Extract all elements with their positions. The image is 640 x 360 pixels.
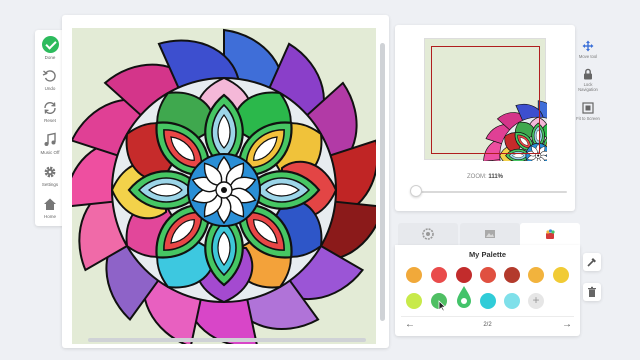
reset-button[interactable]: Reset [35, 100, 65, 123]
mouse-cursor [438, 300, 446, 312]
home-button[interactable]: Home [35, 196, 65, 219]
color-swatch[interactable] [406, 293, 422, 309]
eyedropper-icon [587, 258, 596, 267]
zoom-slider-track[interactable] [415, 191, 567, 193]
move-icon [582, 40, 594, 52]
done-button[interactable]: Done [35, 36, 65, 60]
home-icon [44, 198, 56, 210]
image-icon [485, 230, 495, 238]
move-tool-label: Move tool [578, 54, 598, 59]
zoom-value: 111% [488, 174, 504, 180]
color-swatch[interactable] [553, 267, 569, 283]
palette-divider [401, 316, 574, 317]
gear-icon [44, 166, 56, 178]
next-page-button[interactable]: → [562, 319, 572, 330]
delete-button[interactable] [583, 283, 601, 301]
fit-to-screen-button[interactable]: Fit to Screen [575, 102, 601, 121]
undo-label: Undo [44, 86, 56, 91]
music-icon [44, 132, 56, 146]
mandala-artwork[interactable] [72, 28, 376, 344]
selected-color-drop[interactable] [456, 285, 472, 309]
navigator-panel: ZOOM: 111% [395, 25, 598, 214]
viewport-indicator[interactable] [431, 46, 540, 154]
tab-patterns[interactable] [398, 223, 458, 245]
move-tool-button[interactable]: Move tool [575, 40, 601, 59]
color-swatch[interactable] [431, 267, 447, 283]
color-swatch[interactable] [528, 267, 544, 283]
tab-images[interactable] [460, 223, 520, 245]
fit-to-screen-label: Fit to Screen [576, 116, 600, 121]
reset-label: Reset [44, 118, 56, 123]
color-swatch[interactable] [406, 267, 422, 283]
navigator-thumbnail[interactable] [424, 38, 598, 214]
add-color-button[interactable]: + [528, 293, 544, 309]
music-label: Music Off [40, 150, 60, 155]
color-swatch[interactable] [456, 267, 472, 283]
coloring-canvas[interactable] [72, 28, 376, 344]
tab-palette[interactable] [520, 223, 580, 247]
trash-icon [588, 286, 596, 297]
settings-label: Settings [41, 182, 59, 187]
zoom-readout: ZOOM: 111% [395, 174, 575, 180]
horizontal-scrollbar[interactable] [88, 338, 366, 342]
check-icon [41, 36, 59, 53]
done-label: Done [44, 55, 56, 60]
left-toolbar: Done Undo Reset Music Off Settings Home [35, 30, 65, 226]
lock-navigation-label: Lock Navigation [578, 82, 598, 92]
undo-icon [42, 70, 56, 82]
lock-icon [584, 68, 592, 80]
settings-button[interactable]: Settings [35, 164, 65, 187]
coloring-canvas-panel [62, 15, 389, 348]
palette-page-indicator: 2/2 [483, 322, 492, 328]
undo-button[interactable]: Undo [35, 68, 65, 91]
color-swatch[interactable] [504, 267, 520, 283]
home-label: Home [43, 214, 56, 219]
color-swatch[interactable] [504, 293, 520, 309]
pattern-icon [422, 228, 434, 240]
lock-navigation-button[interactable]: Lock Navigation [575, 68, 601, 92]
palette-panel: My Palette + ← 2/2 → [395, 245, 580, 336]
zoom-slider-handle[interactable] [410, 185, 422, 197]
music-toggle[interactable]: Music Off [35, 132, 65, 155]
palette-title: My Palette [468, 250, 507, 259]
reset-icon [44, 101, 56, 115]
fit-screen-icon [582, 102, 594, 114]
color-swatch[interactable] [480, 267, 496, 283]
color-swatch[interactable] [480, 293, 496, 309]
palette-pot-icon [546, 229, 555, 239]
vertical-scrollbar[interactable] [380, 43, 385, 321]
zoom-label: ZOOM: [466, 174, 487, 180]
eyedropper-button[interactable] [583, 253, 601, 271]
